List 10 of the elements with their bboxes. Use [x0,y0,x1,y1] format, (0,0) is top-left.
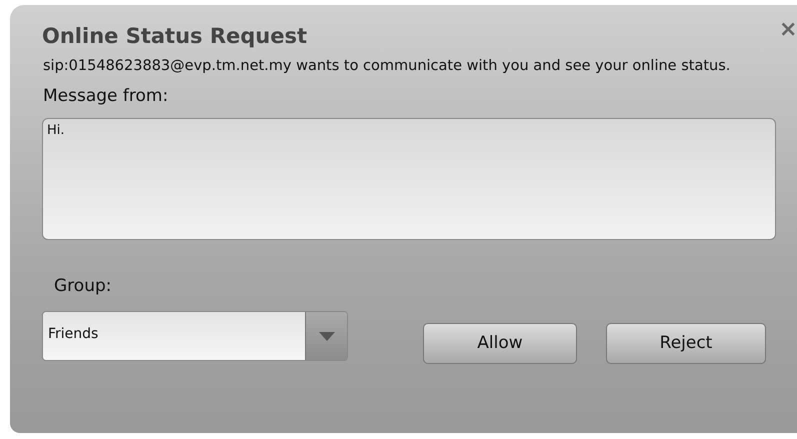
close-button[interactable]: × [775,19,797,41]
caret-icon [318,332,334,341]
group-dropdown[interactable]: Friends [42,311,348,362]
group-label: Group: [54,274,112,298]
request-text: sip:01548623883@evp.tm.net.my wants to communicate with you and see your online status. [43,57,732,76]
message-field[interactable]: Hi. [42,118,776,240]
message-label: Message from: [43,85,170,108]
dialog-button[interactable]: Reject [606,323,766,364]
dialog-title: Online Status Request [42,23,308,50]
dialog-button[interactable]: Allow [423,323,577,364]
